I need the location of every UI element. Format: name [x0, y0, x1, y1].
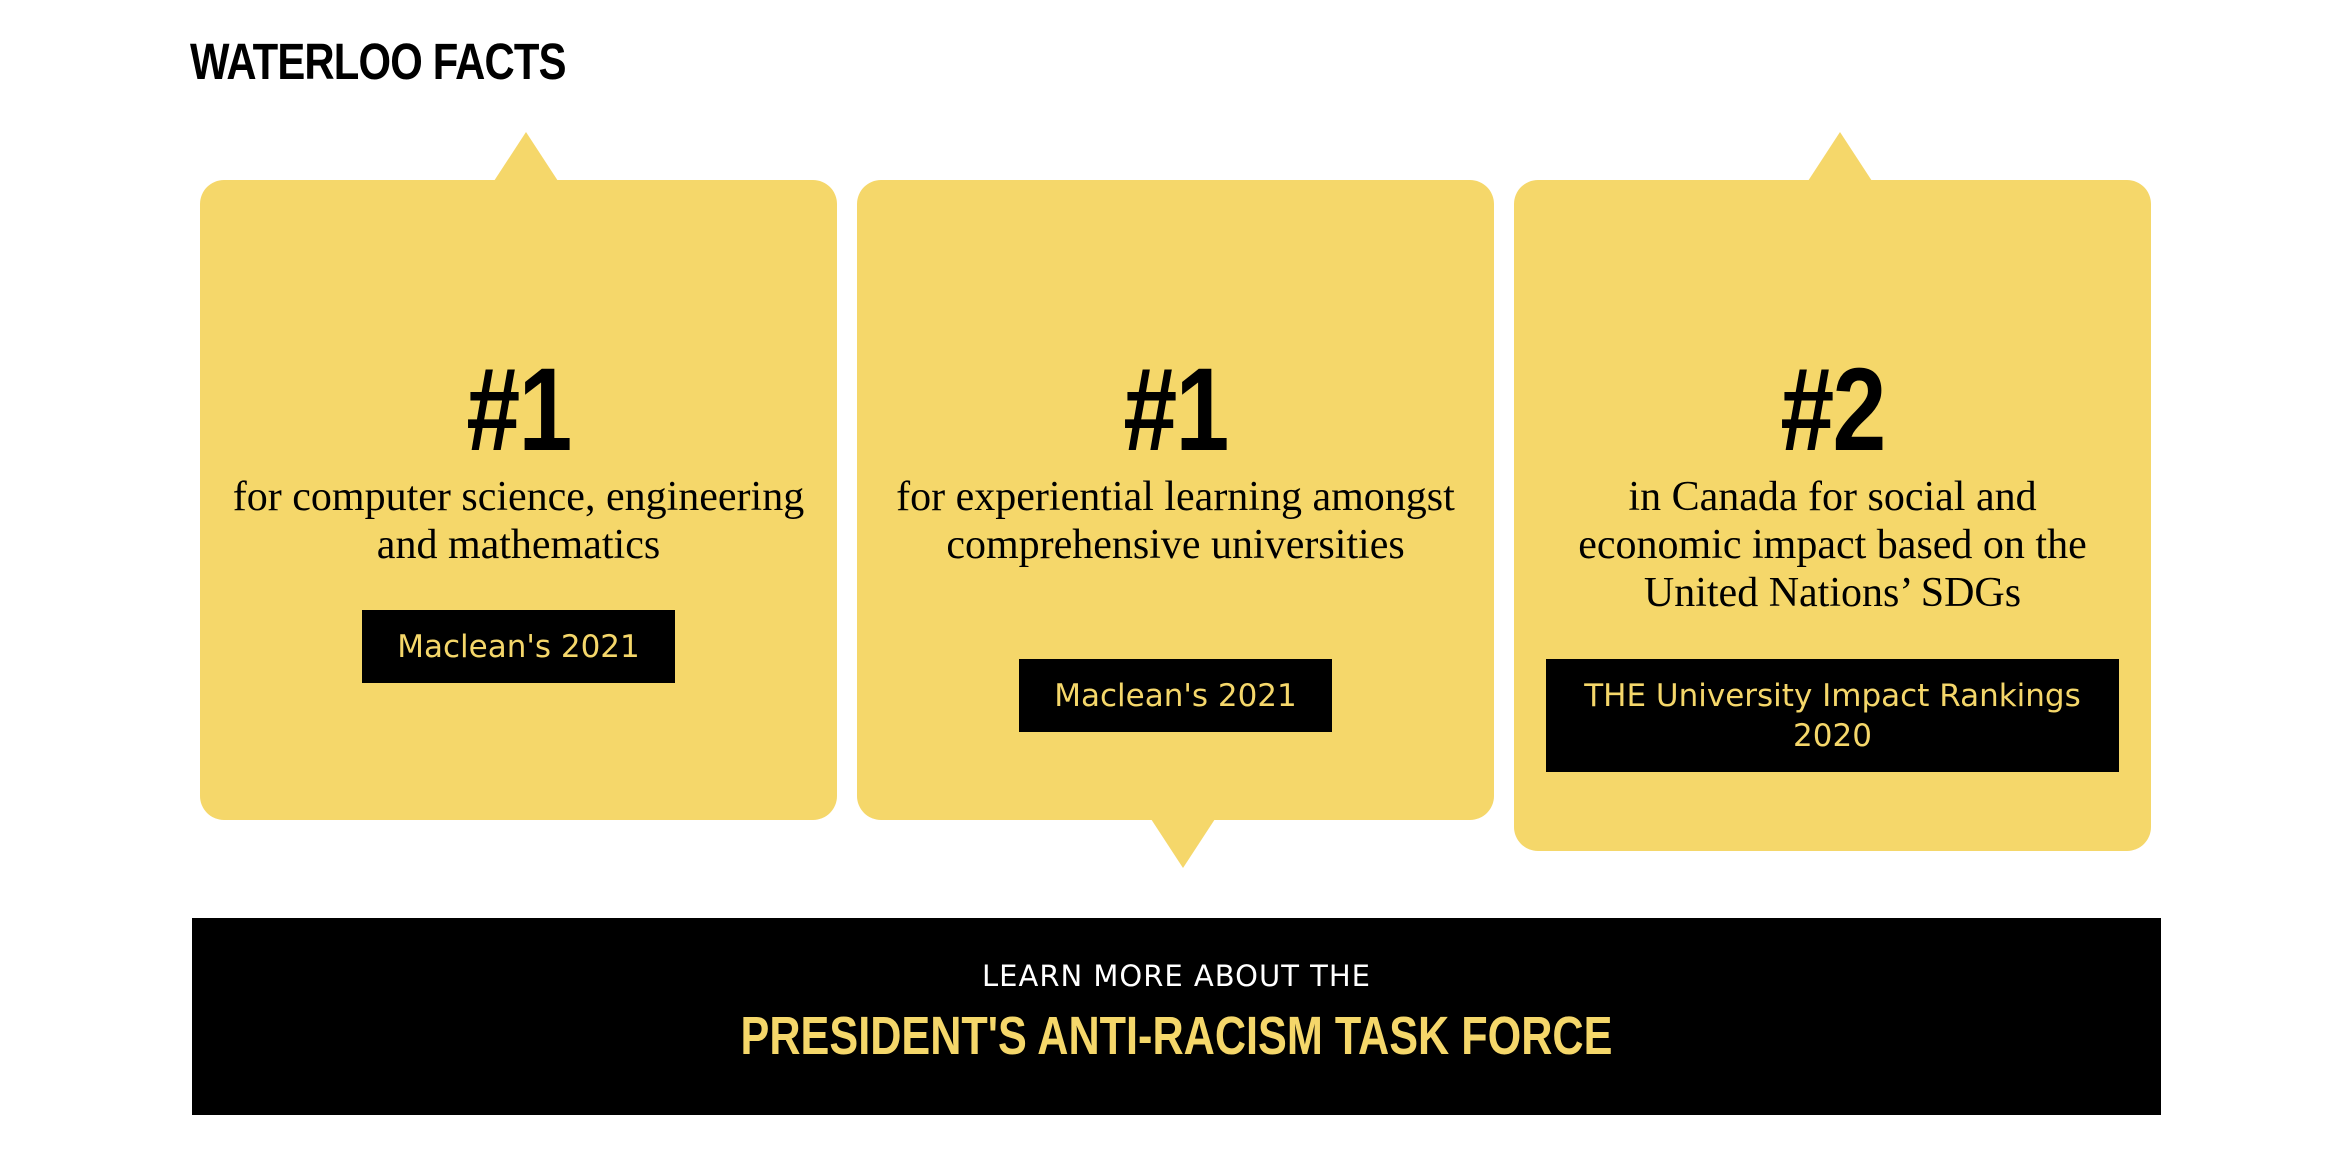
- fact-rank: #1: [466, 344, 572, 476]
- fact-description: for experiential learning amongst compre…: [896, 474, 1455, 568]
- fact-description: in Canada for social and economic impact…: [1578, 474, 2087, 616]
- card-pointer-up: [494, 132, 558, 181]
- cta-title: PRESIDENT'S ANTI-RACISM TASK FORCE: [740, 1006, 1613, 1066]
- fact-rank: #2: [1780, 344, 1886, 476]
- card-pointer-down: [1151, 819, 1215, 868]
- anti-racism-task-force-banner-link[interactable]: LEARN MORE ABOUT THE PRESIDENT'S ANTI-RA…: [192, 918, 2161, 1115]
- fact-card-social-economic-impact: #2 in Canada for social and economic imp…: [1514, 132, 2151, 851]
- cta-kicker: LEARN MORE ABOUT THE: [982, 959, 1371, 993]
- fact-source-badge: Maclean's 2021: [362, 610, 675, 683]
- fact-source-badge: Maclean's 2021: [1019, 659, 1332, 732]
- fact-card-cs-engineering-math: #1 for computer science, engineering and…: [200, 132, 837, 820]
- fact-card-experiential-learning: #1 for experiential learning amongst com…: [857, 180, 1494, 868]
- section-title: WATERLOO FACTS: [190, 33, 567, 90]
- fact-source-badge: THE University Impact Rankings 2020: [1546, 659, 2119, 772]
- card-pointer-up: [1808, 132, 1872, 181]
- fact-rank: #1: [1123, 344, 1229, 476]
- fact-description: for computer science, engineering and ma…: [232, 474, 805, 568]
